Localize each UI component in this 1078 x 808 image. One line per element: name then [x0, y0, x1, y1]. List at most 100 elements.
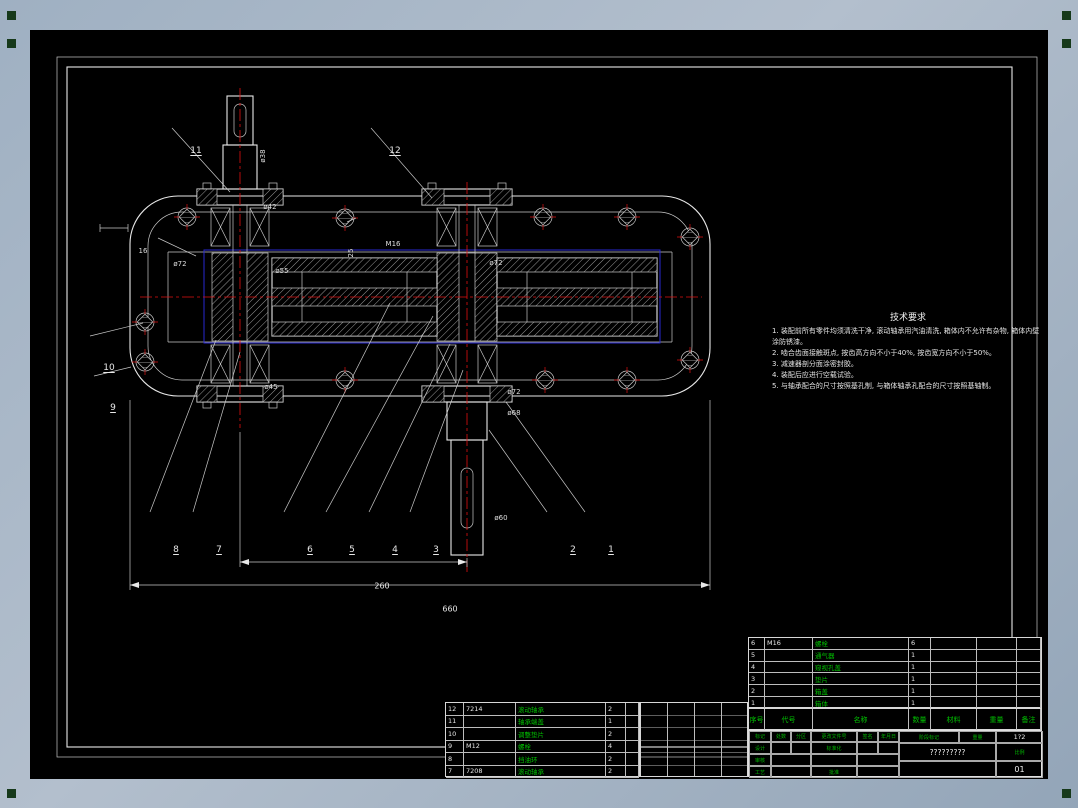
table-cell [626, 740, 639, 753]
table-cell: 1 [909, 649, 931, 662]
table-cell [464, 753, 516, 766]
callout-11: 11 [190, 146, 202, 156]
corner-mark [7, 789, 16, 798]
table-row: 6 M16 螺栓 6 [749, 638, 1041, 650]
table-cell: 序号 [749, 709, 765, 731]
table-cell: 10 [446, 728, 464, 741]
table-cell [1017, 685, 1041, 698]
cad-preview-page: 11 12 10 9 8 7 6 5 4 3 2 1 ø38 ø42 ø55 ø… [0, 0, 1078, 808]
callout-12: 12 [389, 146, 401, 156]
dia-label-bearing-seat-bottom: ø45 [264, 383, 278, 391]
dia-label-output-cap: ø68 [507, 409, 521, 417]
callout-1: 1 [608, 545, 614, 555]
table-row: 5 通气器 1 [749, 649, 1041, 662]
dia-label-bearing-seat-top: ø55 [275, 267, 289, 275]
callout-5: 5 [349, 545, 355, 555]
tb-cell [878, 742, 899, 754]
bom-table-right: 6 M16 螺栓 6 5 通气器 1 4 窥视孔盖 1 3 垫片 1 2 箱盖 1 1 箱体 1 [748, 637, 1042, 709]
callout-3: 3 [433, 545, 439, 555]
table-cell: 1 [909, 685, 931, 698]
title-block: 标记 处数 分区 更改文件号 签名 年月日 设计 标准化 审核 工艺 批准 阶段… [748, 730, 1043, 778]
table-row: 3 垫片 1 [749, 673, 1041, 686]
table-cell [977, 685, 1017, 698]
table-cell [765, 673, 813, 686]
callout-2: 2 [570, 545, 576, 555]
empty-grid [640, 702, 748, 777]
table-cell: 重量 [977, 709, 1017, 731]
table-cell: 12 [446, 703, 464, 716]
tb-cell [771, 766, 811, 778]
bolt-spec-label: M16 [385, 240, 401, 248]
tb-date: 年月日 [878, 731, 899, 742]
callout-leaders [89, 127, 586, 513]
table-cell [626, 728, 639, 741]
table-cell: 2 [606, 728, 626, 741]
table-cell [765, 685, 813, 698]
table-cell: 窥视孔盖 [813, 661, 909, 674]
tb-cell [857, 754, 899, 766]
table-cell [1017, 638, 1041, 650]
callout-10: 10 [103, 363, 115, 373]
technical-requirements: 技术要求 1. 装配前所有零件均须清洗干净, 滚动轴承用汽油清洗, 箱体内不允许… [772, 310, 1044, 392]
tb-doc-title: ????????? [899, 743, 996, 761]
dia-label-output-top: ø72 [489, 259, 503, 267]
corner-mark [7, 39, 16, 48]
corner-mark [7, 11, 16, 20]
table-cell [931, 673, 977, 686]
table-cell [1017, 649, 1041, 662]
tb-review: 审核 [749, 754, 771, 766]
table-cell [464, 715, 516, 728]
tb-cell [791, 742, 811, 754]
text-line: 5. 与轴承配合的尺寸按照基孔制, 与箱体轴承孔配合的尺寸按照基轴制。 [772, 382, 996, 390]
table-cell: 1 [909, 661, 931, 674]
table-cell: 1 [909, 673, 931, 686]
table-cell: 2 [749, 685, 765, 698]
table-cell [626, 703, 639, 716]
table-cell [1017, 661, 1041, 674]
table-cell [765, 661, 813, 674]
table-cell [765, 649, 813, 662]
table-row: 12 7214 滚动轴承 2 [446, 703, 639, 716]
tb-scale: 比例 [996, 743, 1043, 761]
table-cell [626, 765, 639, 778]
table-cell [931, 685, 977, 698]
tb-weight: 重量 [959, 731, 996, 743]
tb-cell [899, 761, 996, 778]
tb-sign: 签名 [857, 731, 878, 742]
table-row: 10 调整垫片 2 [446, 728, 639, 741]
text-line: 1. 装配前所有零件均须清洗干净, 滚动轴承用汽油清洗, 箱体内不允许有杂物, … [772, 327, 1040, 346]
table-row: 7 7208 滚动轴承 2 [446, 765, 639, 778]
table-cell: 2 [606, 765, 626, 778]
text-line: 3. 减速器剖分面涂密封胶。 [772, 360, 858, 368]
corner-mark [1062, 789, 1071, 798]
table-cell: 1 [606, 715, 626, 728]
tb-sheet-number: 01 [996, 761, 1043, 778]
table-cell: 6 [909, 638, 931, 650]
table-cell: 备注 [1017, 709, 1041, 731]
dia-label-output-end: ø60 [494, 514, 508, 522]
table-cell: 材料 [931, 709, 977, 731]
tb-cell [811, 754, 857, 766]
tb-design: 设计 [749, 742, 771, 754]
table-cell: 3 [749, 673, 765, 686]
table-cell: 代号 [765, 709, 813, 731]
table-cell: 4 [606, 740, 626, 753]
dim-left-offset: 16 [138, 247, 148, 255]
cap-depth-label: 25 [347, 248, 355, 258]
text-line: 2. 啮合齿面接触斑点, 按齿高方向不小于40%, 按齿宽方向不小于50%。 [772, 349, 996, 357]
dim-left-dia: ø72 [173, 260, 187, 268]
table-cell [977, 638, 1017, 650]
table-cell: 2 [606, 753, 626, 766]
table-row: 序号 代号 名称 数量 材料 重量 备注 [749, 709, 1041, 731]
table-cell [626, 753, 639, 766]
table-cell [977, 661, 1017, 674]
table-cell: 5 [749, 649, 765, 662]
table-row: 8 挡油环 2 [446, 753, 639, 766]
table-cell: M16 [765, 638, 813, 650]
table-cell: 2 [606, 703, 626, 716]
table-cell [464, 728, 516, 741]
table-cell: 通气器 [813, 649, 909, 662]
text-line: 4. 装配后应进行空载试验。 [772, 371, 858, 379]
table-cell: M12 [464, 740, 516, 753]
table-cell [1017, 673, 1041, 686]
